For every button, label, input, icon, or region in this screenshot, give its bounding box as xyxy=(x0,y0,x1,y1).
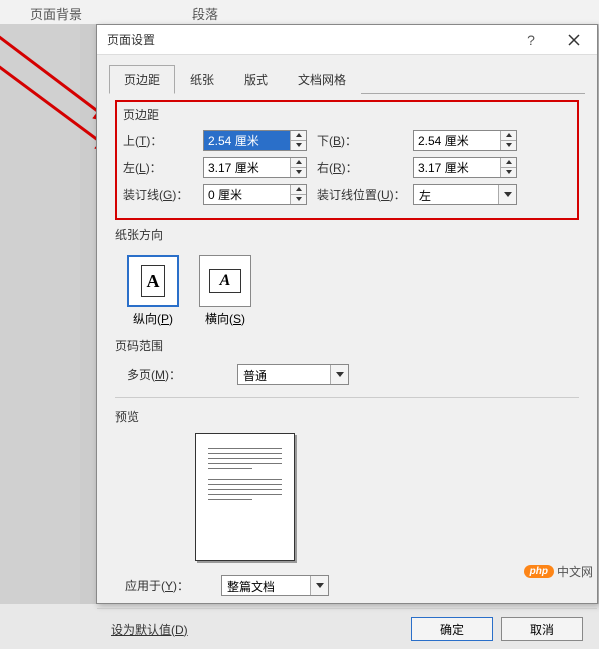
ribbon-paragraph[interactable]: 段落 xyxy=(142,0,268,24)
bottom-input[interactable] xyxy=(414,131,500,150)
gutter-spinner[interactable] xyxy=(203,184,307,205)
portrait-icon: A xyxy=(141,265,165,297)
tab-grid[interactable]: 文档网格 xyxy=(283,65,361,94)
top-label: 上(T)： xyxy=(123,132,203,149)
tab-margins[interactable]: 页边距 xyxy=(109,65,175,94)
chevron-down-icon[interactable] xyxy=(310,576,328,595)
help-button[interactable]: ? xyxy=(511,32,551,48)
set-default-button[interactable]: 设为默认值(D) xyxy=(111,621,188,638)
apply-to-value: 整篇文档 xyxy=(222,576,310,595)
ruler-area xyxy=(0,24,80,604)
spin-up-icon[interactable] xyxy=(291,158,306,168)
orientation-landscape[interactable]: A 横向(S) xyxy=(199,255,251,327)
tab-paper[interactable]: 纸张 xyxy=(175,65,229,94)
tab-layout[interactable]: 版式 xyxy=(229,65,283,94)
portrait-label: 纵向(P) xyxy=(127,310,179,327)
gutter-pos-combo[interactable]: 左 xyxy=(413,184,517,205)
apply-to-label: 应用于(Y)： xyxy=(125,577,221,594)
chevron-down-icon[interactable] xyxy=(330,365,348,384)
spin-up-icon[interactable] xyxy=(501,158,516,168)
top-input[interactable] xyxy=(204,131,290,150)
chevron-down-icon[interactable] xyxy=(498,185,516,204)
right-spinner[interactable] xyxy=(413,157,517,178)
watermark: php 中文网 xyxy=(524,563,593,580)
spin-down-icon[interactable] xyxy=(291,141,306,150)
left-spinner[interactable] xyxy=(203,157,307,178)
close-button[interactable] xyxy=(551,25,597,55)
gutter-input[interactable] xyxy=(204,185,290,204)
margins-label: 页边距 xyxy=(123,106,571,123)
spin-up-icon[interactable] xyxy=(501,131,516,141)
dialog-title: 页面设置 xyxy=(107,31,511,48)
left-input[interactable] xyxy=(204,158,290,177)
orientation-portrait[interactable]: A 纵向(P) xyxy=(127,255,179,327)
gutter-label: 装订线(G)： xyxy=(123,186,203,203)
spin-down-icon[interactable] xyxy=(501,168,516,177)
spin-down-icon[interactable] xyxy=(291,195,306,204)
spin-up-icon[interactable] xyxy=(291,185,306,195)
multi-pages-combo[interactable]: 普通 xyxy=(237,364,349,385)
bottom-spinner[interactable] xyxy=(413,130,517,151)
spin-up-icon[interactable] xyxy=(291,131,306,141)
landscape-icon: A xyxy=(209,269,241,293)
gutter-pos-label: 装订线位置(U)： xyxy=(307,186,413,203)
watermark-text: 中文网 xyxy=(557,563,593,580)
multi-pages-label: 多页(M)： xyxy=(127,366,237,383)
multi-pages-value: 普通 xyxy=(238,365,330,384)
tab-strip: 页边距 纸张 版式 文档网格 xyxy=(109,65,585,94)
right-input[interactable] xyxy=(414,158,500,177)
preview-label: 预览 xyxy=(115,408,579,425)
pages-range-label: 页码范围 xyxy=(115,337,579,354)
bottom-label: 下(B)： xyxy=(307,132,413,149)
cancel-button[interactable]: 取消 xyxy=(501,617,583,641)
watermark-badge: php xyxy=(524,565,554,578)
spin-down-icon[interactable] xyxy=(501,141,516,150)
apply-to-combo[interactable]: 整篇文档 xyxy=(221,575,329,596)
dialog-footer: 设为默认值(D) 确定 取消 xyxy=(97,608,597,649)
titlebar: 页面设置 ? xyxy=(97,25,597,55)
close-icon xyxy=(568,34,580,46)
ok-button[interactable]: 确定 xyxy=(411,617,493,641)
divider xyxy=(115,397,579,398)
right-label: 右(R)： xyxy=(307,159,413,176)
orientation-label: 纸张方向 xyxy=(115,226,579,243)
preview-thumbnail xyxy=(195,433,295,561)
margins-group: 页边距 上(T)： 下(B)： 左(L)： xyxy=(115,100,579,220)
left-label: 左(L)： xyxy=(123,159,203,176)
ribbon-page-background[interactable]: 页面背景 xyxy=(0,0,142,24)
spin-down-icon[interactable] xyxy=(291,168,306,177)
landscape-label: 横向(S) xyxy=(199,310,251,327)
top-spinner[interactable] xyxy=(203,130,307,151)
gutter-pos-value: 左 xyxy=(414,185,498,204)
page-setup-dialog: 页面设置 ? 页边距 纸张 版式 文档网格 页边距 上(T)： 下(B)： xyxy=(96,24,598,604)
